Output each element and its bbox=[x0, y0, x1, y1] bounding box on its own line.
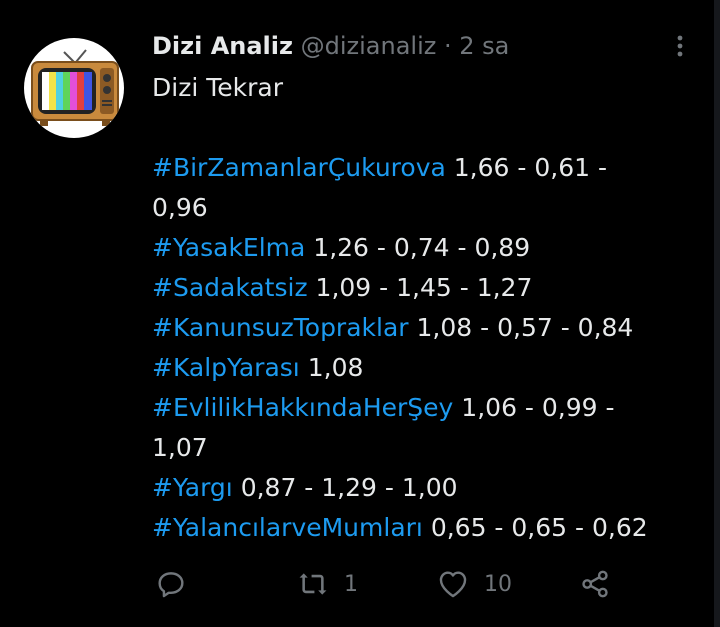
heart-icon bbox=[439, 571, 467, 598]
hashtag-link[interactable]: #KanunsuzTopraklar bbox=[152, 313, 409, 342]
text-line: #YalancılarveMumları 0,65 - 0,65 - 0,62 bbox=[152, 513, 648, 542]
retweet-button[interactable]: 1 bbox=[296, 562, 358, 606]
retweet-icon bbox=[299, 573, 327, 595]
separator-dot: · bbox=[444, 32, 452, 60]
reply-button[interactable] bbox=[154, 562, 202, 606]
text-line bbox=[152, 108, 700, 148]
like-count: 10 bbox=[484, 571, 512, 597]
hashtag-link[interactable]: #BirZamanlarÇukurova bbox=[152, 153, 446, 182]
more-options-button[interactable] bbox=[664, 30, 696, 62]
hashtag-link[interactable]: #YalancılarveMumları bbox=[152, 513, 423, 542]
like-button[interactable]: 10 bbox=[436, 562, 512, 606]
scrollbar-track[interactable] bbox=[714, 0, 720, 627]
text-line: 1,07 bbox=[152, 433, 208, 462]
tweet[interactable]: Dizi Analiz @dizianaliz · 2 sa Dizi Tekr… bbox=[0, 0, 714, 627]
text-line: #KalpYarası 1,08 bbox=[152, 353, 364, 382]
share-button[interactable] bbox=[578, 562, 612, 606]
timestamp[interactable]: 2 sa bbox=[459, 32, 509, 60]
hashtag-link[interactable]: #Yargı bbox=[152, 473, 233, 502]
text-line: 0,96 bbox=[152, 193, 208, 222]
avatar[interactable] bbox=[24, 38, 124, 138]
text-line: #EvlilikHakkındaHerŞey 1,06 - 0,99 - bbox=[152, 393, 615, 422]
text-line: #Sadakatsiz 1,09 - 1,45 - 1,27 bbox=[152, 273, 533, 302]
retweet-count: 1 bbox=[344, 571, 358, 597]
handle[interactable]: @dizianaliz bbox=[301, 32, 437, 60]
text-line: #BirZamanlarÇukurova 1,66 - 0,61 - bbox=[152, 153, 607, 182]
tweet-header: Dizi Analiz @dizianaliz · 2 sa bbox=[152, 30, 509, 62]
hashtag-link[interactable]: #YasakElma bbox=[152, 233, 305, 262]
hashtag-link[interactable]: #Sadakatsiz bbox=[152, 273, 308, 302]
share-icon bbox=[582, 570, 608, 598]
tv-icon bbox=[31, 49, 119, 126]
text-line: Dizi Tekrar bbox=[152, 73, 283, 102]
hashtag-link[interactable]: #EvlilikHakkındaHerŞey bbox=[152, 393, 453, 422]
more-vertical-icon bbox=[677, 35, 683, 57]
reply-icon bbox=[158, 572, 184, 598]
action-bar: 1 10 bbox=[150, 562, 630, 606]
text-line: #YasakElma 1,26 - 0,74 - 0,89 bbox=[152, 233, 531, 262]
hashtag-link[interactable]: #KalpYarası bbox=[152, 353, 300, 382]
tweet-text: Dizi Tekrar #BirZamanlarÇukurova 1,66 - … bbox=[152, 68, 700, 548]
text-line: #KanunsuzTopraklar 1,08 - 0,57 - 0,84 bbox=[152, 313, 634, 342]
text-line: #Yargı 0,87 - 1,29 - 1,00 bbox=[152, 473, 458, 502]
display-name[interactable]: Dizi Analiz bbox=[152, 32, 293, 60]
